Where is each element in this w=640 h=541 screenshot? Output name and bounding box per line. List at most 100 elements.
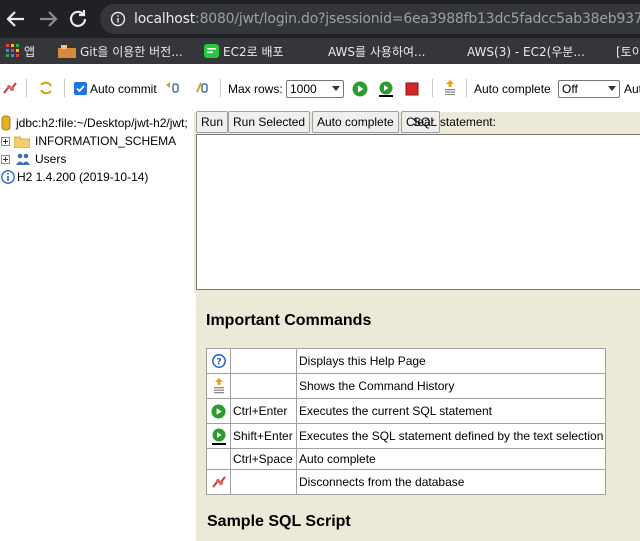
connection-url: jdbc:h2:file:~/Desktop/jwt-h2/jwt; — [16, 116, 188, 130]
icon-cell — [206, 398, 231, 424]
toolbar-separator — [64, 79, 65, 97]
tree-item-label: Users — [35, 152, 67, 166]
history-icon[interactable] — [212, 378, 226, 394]
shortcut-cell — [230, 469, 297, 495]
table-row: ? Displays this Help Page — [206, 348, 607, 374]
tree-connection[interactable]: jdbc:h2:file:~/Desktop/jwt-h2/jwt; — [0, 115, 194, 133]
sample-sql-title: Sample SQL Script — [207, 513, 351, 530]
rollback-icon[interactable] — [164, 80, 180, 96]
bookmark-apps[interactable]: 앱 — [6, 43, 35, 60]
auto-cut-label: Aut — [624, 82, 640, 96]
back-arrow-icon[interactable] — [4, 7, 28, 31]
toolbar-separator — [432, 79, 433, 97]
bookmark-toy[interactable]: [토이 — [612, 43, 640, 60]
bookmark-aws1[interactable]: AWS를 사용하여... — [324, 43, 426, 60]
tree-item-users[interactable]: Users — [0, 151, 194, 169]
bookmark-label: AWS(3) - EC2(우분... — [467, 45, 585, 59]
apps-grid-icon — [6, 44, 19, 57]
svg-text:?: ? — [216, 358, 221, 368]
auto-commit-checkbox[interactable] — [74, 82, 87, 95]
url-host: localhost — [134, 11, 196, 27]
bookmark-ec2[interactable]: EC2로 배포 — [204, 43, 284, 60]
tree-item-information-schema[interactable]: INFORMATION_SCHEMA — [0, 133, 194, 151]
reload-icon[interactable] — [66, 7, 90, 31]
table-row: Ctrl+Enter Executes the current SQL stat… — [206, 398, 607, 424]
chat-bookmark-icon — [204, 44, 219, 58]
icon-cell — [206, 448, 231, 470]
expand-icon[interactable] — [1, 137, 10, 146]
description-cell: Disconnects from the database — [295, 469, 607, 495]
icon-cell — [206, 423, 231, 449]
toolbar-separator — [220, 79, 221, 97]
toolbar-separator — [466, 79, 467, 97]
chevron-down-icon — [332, 86, 340, 91]
icon-cell: ? — [206, 348, 231, 374]
description-cell: Displays this Help Page — [295, 348, 607, 374]
expand-icon[interactable] — [1, 155, 10, 164]
shortcut-cell: Shift+Enter — [230, 423, 297, 449]
toolbar-separator — [26, 79, 27, 97]
disconnect-icon[interactable] — [211, 474, 227, 490]
table-row: Shows the Command History — [206, 373, 607, 399]
icon-cell — [206, 373, 231, 399]
url-path: :8080/jwt/login.do?jsessionid=6ea3988fb1… — [195, 11, 640, 27]
stop-icon[interactable] — [404, 81, 420, 97]
auto-complete-value: Off — [562, 82, 578, 96]
sql-statement-label: SQL statement: — [413, 115, 496, 129]
browser-address-row: localhost:8080/jwt/login.do?jsessionid=6… — [0, 0, 640, 38]
h2-version-label: H2 1.4.200 (2019-10-14) — [17, 170, 149, 184]
bookmark-bar: 앱 Git을 이용한 버전... EC2로 배포 AWS를 사용하여... AW… — [0, 38, 640, 64]
git-bookmark-icon — [58, 45, 76, 58]
auto-complete-select[interactable]: Off — [558, 80, 620, 98]
description-cell: Auto complete — [295, 448, 607, 470]
shortcut-cell — [230, 373, 297, 399]
refresh-icon[interactable] — [38, 80, 54, 96]
description-cell: Executes the SQL statement defined by th… — [295, 423, 607, 449]
chevron-down-icon — [608, 86, 616, 91]
info-icon[interactable] — [110, 11, 126, 27]
max-rows-select[interactable]: 1000 — [286, 80, 344, 98]
forward-arrow-icon[interactable] — [36, 7, 60, 31]
max-rows-value: 1000 — [290, 82, 317, 96]
disconnect-icon[interactable] — [2, 80, 18, 96]
info-icon — [1, 170, 15, 184]
run-selected-icon[interactable] — [378, 81, 394, 97]
auto-commit-label: Auto commit — [90, 82, 157, 96]
run-selected-icon[interactable] — [211, 428, 227, 445]
table-row: Ctrl+Space Auto complete — [206, 448, 607, 470]
bookmark-git[interactable]: Git을 이용한 버전... — [58, 43, 183, 60]
folder-icon — [14, 136, 30, 148]
table-row: Shift+Enter Executes the SQL statement d… — [206, 423, 607, 449]
table-row: Disconnects from the database — [206, 469, 607, 495]
help-title: Important Commands — [206, 312, 372, 329]
url-text: localhost:8080/jwt/login.do?jsessionid=6… — [134, 11, 640, 27]
shortcut-cell — [230, 348, 297, 374]
history-icon[interactable] — [442, 79, 458, 95]
run-button[interactable]: Run — [196, 111, 229, 133]
tree-item-label: INFORMATION_SCHEMA — [35, 134, 177, 148]
database-icon — [1, 115, 11, 131]
run-icon[interactable] — [211, 404, 226, 419]
run-icon[interactable] — [352, 81, 368, 97]
bookmark-label: [토이 — [616, 45, 640, 59]
bookmark-label: AWS를 사용하여... — [328, 45, 426, 59]
tree-version: H2 1.4.200 (2019-10-14) — [0, 169, 194, 187]
description-cell: Shows the Command History — [295, 373, 607, 399]
bookmark-label: Git을 이용한 버전... — [80, 45, 183, 59]
auto-complete-button[interactable]: Auto complete — [312, 111, 399, 133]
sql-editor[interactable] — [196, 134, 640, 290]
max-rows-label: Max rows: — [228, 82, 283, 96]
shortcut-cell: Ctrl+Enter — [230, 398, 297, 424]
run-selected-button[interactable]: Run Selected — [228, 111, 311, 133]
users-icon — [16, 153, 30, 165]
icon-cell — [206, 469, 231, 495]
shortcut-cell: Ctrl+Space — [230, 448, 297, 470]
bookmark-aws3[interactable]: AWS(3) - EC2(우분... — [463, 43, 585, 60]
bookmark-label: 앱 — [24, 45, 36, 59]
commit-icon[interactable] — [194, 80, 210, 96]
bookmark-label: EC2로 배포 — [223, 45, 284, 59]
auto-complete-toolbar-label: Auto complete — [474, 82, 551, 96]
description-cell: Executes the current SQL statement — [295, 398, 607, 424]
help-icon[interactable]: ? — [211, 354, 226, 369]
address-bar[interactable]: localhost:8080/jwt/login.do?jsessionid=6… — [100, 4, 640, 34]
